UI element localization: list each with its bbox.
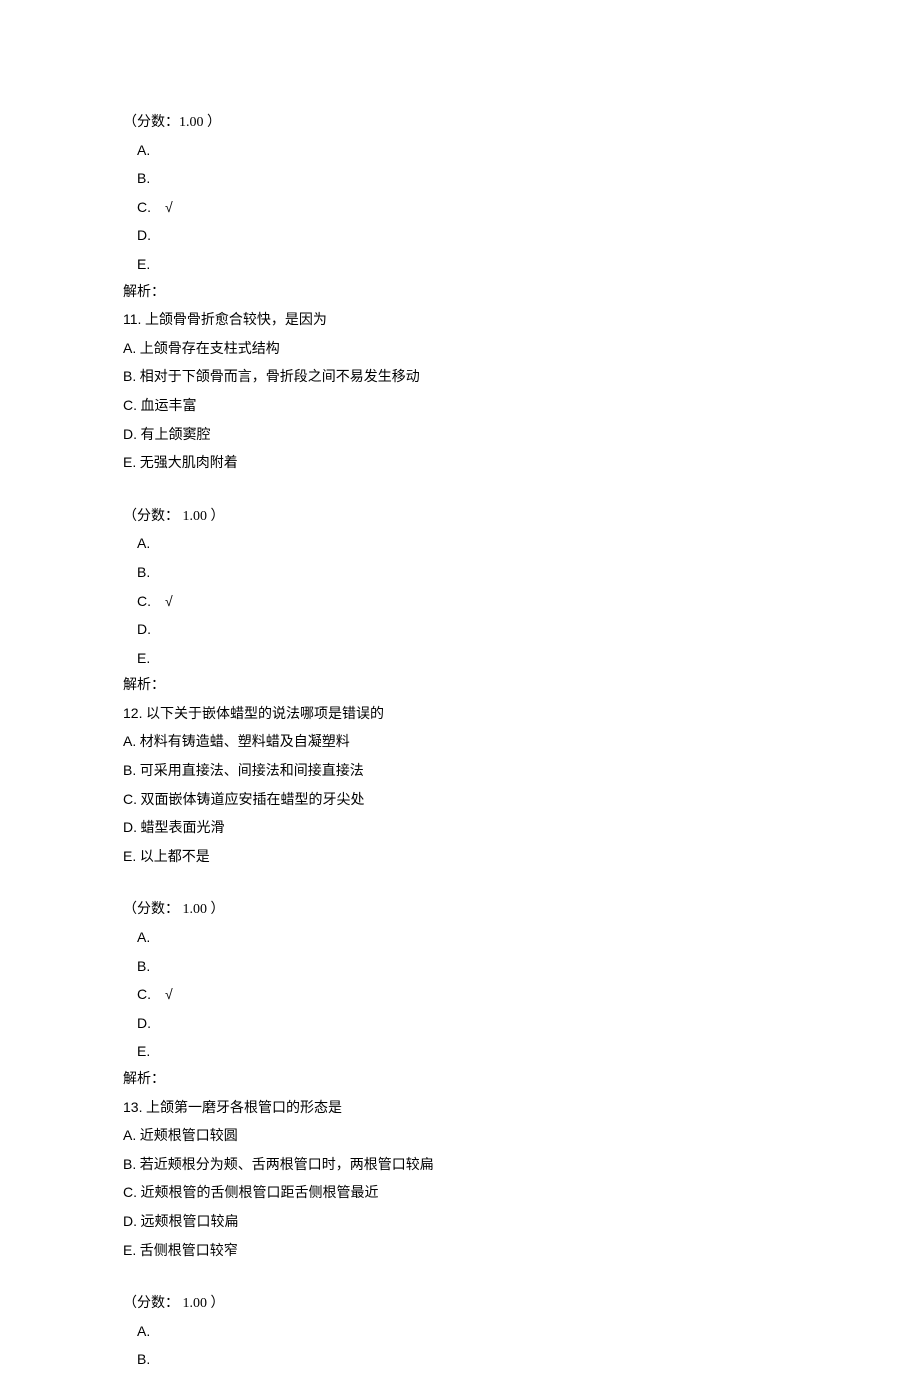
q13-choice-c: C. 近颊根管的舌侧根管口距舌侧根管最近 — [123, 1179, 793, 1208]
q10-answer-e: E. — [123, 251, 793, 280]
q12-choice-c: C. 双面嵌体铸道应安插在蜡型的牙尖处 — [123, 786, 793, 815]
q12-answer-d: D. — [123, 1010, 793, 1039]
q12-answer-e: E. — [123, 1038, 793, 1067]
q12-choice-b: B. 可采用直接法、间接法和间接直接法 — [123, 757, 793, 786]
q11-analysis-label: 解析： — [123, 673, 793, 700]
q10-score: （分数：1.00 ） — [123, 110, 793, 137]
q11-answer-e: E. — [123, 645, 793, 674]
q11-stem: 11. 上颌骨骨折愈合较快，是因为 — [123, 306, 793, 335]
q12-choice-e: E. 以上都不是 — [123, 843, 793, 872]
q10-answer-c: C.√ — [123, 194, 793, 223]
q13-choice-b: B. 若近颊根分为颊、舌两根管口时，两根管口较扁 — [123, 1151, 793, 1180]
q12-analysis-label: 解析： — [123, 1067, 793, 1094]
q11-score: （分数： 1.00 ） — [123, 504, 793, 531]
q12-answer-c: C.√ — [123, 981, 793, 1010]
q13-choice-d: D. 远颊根管口较扁 — [123, 1208, 793, 1237]
q11-choice-e: E. 无强大肌肉附着 — [123, 449, 793, 478]
q10-answer-b: B. — [123, 165, 793, 194]
q13-answer-b: B. — [123, 1346, 793, 1375]
q12-stem: 12. 以下关于嵌体蜡型的说法哪项是错误的 — [123, 700, 793, 729]
q10-answer-d: D. — [123, 222, 793, 251]
q13-stem: 13. 上颌第一磨牙各根管口的形态是 — [123, 1094, 793, 1123]
q10-analysis-label: 解析： — [123, 280, 793, 307]
q11-answer-a: A. — [123, 530, 793, 559]
q12-score: （分数： 1.00 ） — [123, 897, 793, 924]
q10-answer-a: A. — [123, 137, 793, 166]
q13-score: （分数： 1.00 ） — [123, 1291, 793, 1318]
q11-choice-d: D. 有上颌窦腔 — [123, 421, 793, 450]
q12-choice-a: A. 材料有铸造蜡、塑料蜡及自凝塑料 — [123, 728, 793, 757]
document-content: （分数：1.00 ） A. B. C.√ D. E. 解析： 11. 上颌骨骨折… — [123, 110, 793, 1375]
q11-choice-a: A. 上颌骨存在支柱式结构 — [123, 335, 793, 364]
q11-choice-b: B. 相对于下颌骨而言，骨折段之间不易发生移动 — [123, 363, 793, 392]
q13-choice-e: E. 舌侧根管口较窄 — [123, 1237, 793, 1266]
q12-answer-a: A. — [123, 924, 793, 953]
q11-answer-c: C.√ — [123, 588, 793, 617]
q13-answer-a: A. — [123, 1318, 793, 1347]
q13-choice-a: A. 近颊根管口较圆 — [123, 1122, 793, 1151]
q12-choice-d: D. 蜡型表面光滑 — [123, 814, 793, 843]
q11-answer-b: B. — [123, 559, 793, 588]
q12-answer-b: B. — [123, 953, 793, 982]
q11-choice-c: C. 血运丰富 — [123, 392, 793, 421]
q11-answer-d: D. — [123, 616, 793, 645]
